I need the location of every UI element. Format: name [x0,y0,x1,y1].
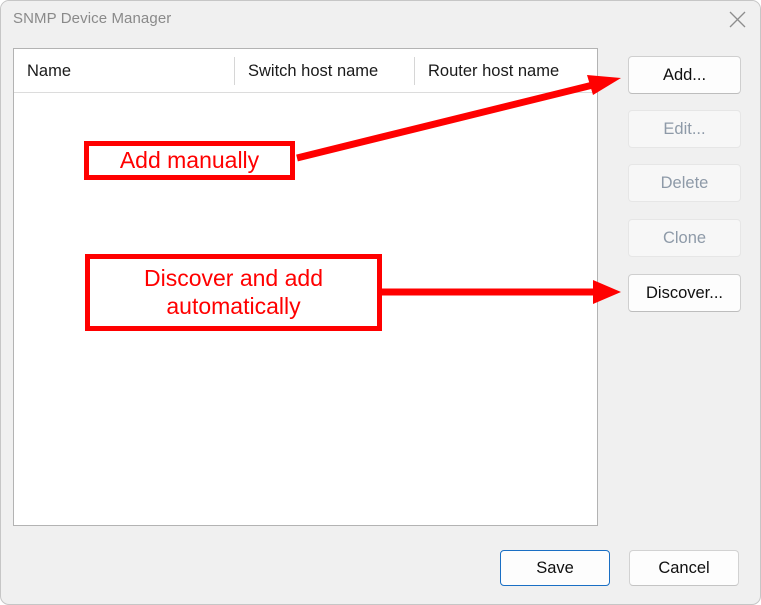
edit-button[interactable]: Edit... [628,110,741,148]
discover-button[interactable]: Discover... [628,274,741,312]
column-header-name-label: Name [27,61,72,80]
delete-button-label: Delete [660,173,709,192]
add-button[interactable]: Add... [628,56,741,94]
column-header-switch-host-name-label: Switch host name [248,61,379,80]
cancel-button[interactable]: Cancel [629,550,739,586]
edit-button-label: Edit... [663,119,706,138]
device-list-body[interactable] [14,93,597,525]
close-x-icon [728,10,747,29]
save-button[interactable]: Save [500,550,610,586]
window-title: SNMP Device Manager [13,10,172,27]
clone-button[interactable]: Clone [628,219,741,257]
add-button-label: Add... [662,65,707,84]
delete-button[interactable]: Delete [628,164,741,202]
column-header-switch-host-name[interactable]: Switch host name [235,49,414,93]
clone-button-label: Clone [662,228,707,247]
save-button-label: Save [536,558,574,577]
column-header-name[interactable]: Name [14,49,234,93]
discover-button-label: Discover... [645,283,724,302]
title-bar: SNMP Device Manager [1,1,760,38]
column-header-router-host-name-label: Router host name [428,61,560,80]
cancel-button-label: Cancel [658,558,710,577]
snmp-device-manager-window: SNMP Device Manager Name Switch host nam… [0,0,761,605]
column-header-router-host-name[interactable]: Router host name [415,49,597,93]
close-button[interactable] [714,1,760,38]
device-list-header: Name Switch host name Router host name [14,49,597,93]
device-list-panel[interactable]: Name Switch host name Router host name [13,48,598,526]
